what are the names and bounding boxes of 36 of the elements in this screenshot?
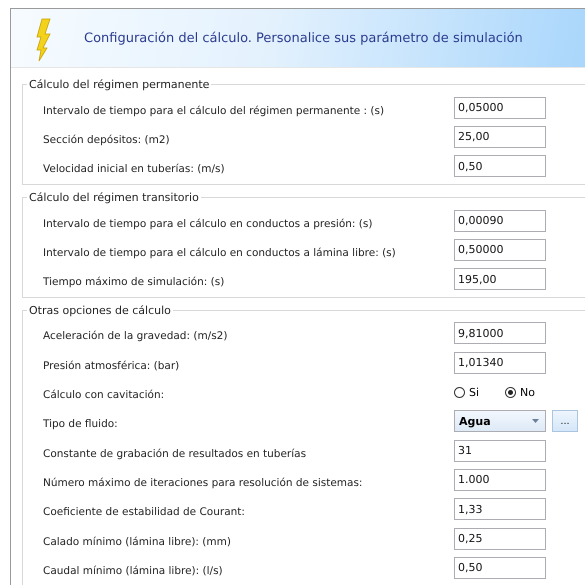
radio-label[interactable]: No bbox=[520, 386, 536, 399]
input-field[interactable]: 25,00 bbox=[454, 126, 546, 148]
radio-label[interactable]: Si bbox=[469, 386, 480, 399]
field-label: Tiempo máximo de simulación: (s) bbox=[43, 275, 226, 288]
field-label: Constante de grabación de resultados en tuberías bbox=[43, 446, 308, 460]
field-label: Intervalo de tiempo para el cálculo en conductos a lámina libre: (s) bbox=[43, 246, 397, 259]
field-label: Aceleración de la gravedad: (m/s2) bbox=[43, 329, 228, 342]
field-label: Calado mínimo (lámina libre): (mm) bbox=[43, 534, 232, 548]
input-field[interactable]: 0,50000 bbox=[454, 238, 546, 261]
field-label: Número máximo de iteraciones para resolución de sistemas: bbox=[43, 476, 364, 489]
field-label: Presión atmosférica: (bar) bbox=[43, 358, 180, 372]
input-field[interactable]: 0,25 bbox=[454, 528, 546, 550]
input-field[interactable]: 195,00 bbox=[454, 268, 546, 290]
input-field[interactable]: 31 bbox=[454, 440, 546, 462]
group-title: Cálculo del régimen permanente bbox=[28, 78, 210, 91]
browse-button[interactable]: ... bbox=[552, 410, 578, 432]
field-label: Coeficiente de estabilidad de Courant: bbox=[43, 505, 246, 518]
input-field[interactable]: 0,00090 bbox=[454, 210, 546, 232]
input-field[interactable]: 0,50 bbox=[454, 155, 546, 178]
input-field[interactable]: 0,50 bbox=[454, 556, 546, 579]
field-label: Sección depósitos: (m2) bbox=[43, 132, 171, 146]
input-field[interactable]: 1.000 bbox=[454, 468, 546, 491]
input-field[interactable]: 1,01340 bbox=[454, 352, 546, 374]
dialog-title: Configuración del cálculo. Personalice sus parámetro de simulación bbox=[84, 30, 523, 46]
group-title: Cálculo del régimen transitorio bbox=[28, 190, 200, 204]
dropdown[interactable]: Agua bbox=[454, 410, 546, 432]
field-label: Intervalo de tiempo para el cálculo del régimen permanente : (s) bbox=[43, 104, 386, 117]
group-title: Otras opciones de cálculo bbox=[28, 304, 172, 317]
field-label: Velocidad inicial en tuberías: (m/s) bbox=[43, 162, 226, 176]
field-label: Caudal mínimo (lámina libre): (l/s) bbox=[43, 564, 224, 577]
input-field[interactable]: 9,81000 bbox=[454, 322, 546, 344]
field-label: Tipo de fluido: bbox=[43, 417, 119, 430]
input-field[interactable]: 1,33 bbox=[454, 498, 546, 520]
input-field[interactable]: 0,05000 bbox=[454, 96, 546, 119]
field-label: Intervalo de tiempo para el cálculo en conductos a presión: (s) bbox=[43, 216, 374, 230]
field-label: Cálculo con cavitación: bbox=[43, 388, 166, 402]
